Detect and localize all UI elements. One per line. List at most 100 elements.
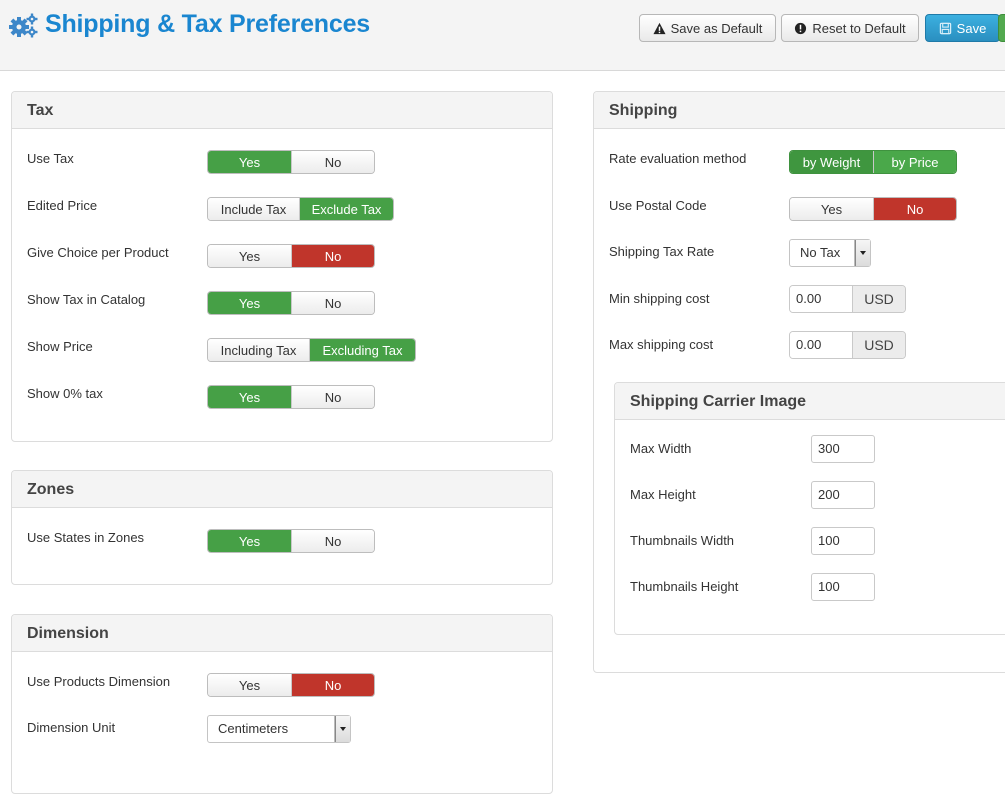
give-choice-no[interactable]: No xyxy=(291,245,374,267)
shipping-tax-rate-label: Shipping Tax Rate xyxy=(609,244,715,259)
show-zero-tax-toggle[interactable]: Yes No xyxy=(207,385,375,409)
max-height-row: Max Height 200 xyxy=(630,481,1005,509)
chevron-down-icon xyxy=(854,240,870,266)
edited-price-row: Edited Price Include Tax Exclude Tax xyxy=(27,197,542,223)
postal-code-row: Use Postal Code Yes No xyxy=(609,197,1005,223)
shipping-tax-rate-value: No Tax xyxy=(800,245,841,260)
page-title: Shipping & Tax Preferences xyxy=(9,10,370,39)
rate-method-label: Rate evaluation method xyxy=(609,151,747,166)
postal-code-toggle[interactable]: Yes No xyxy=(789,197,957,221)
give-choice-toggle[interactable]: Yes No xyxy=(207,244,375,268)
rate-method-row: Rate evaluation method by Weight by Pric… xyxy=(609,150,1005,176)
zones-panel: Zones Use States in Zones Yes No xyxy=(11,470,553,585)
show-tax-catalog-yes[interactable]: Yes xyxy=(208,292,291,314)
use-states-yes[interactable]: Yes xyxy=(208,530,291,552)
reset-to-default-label: Reset to Default xyxy=(812,20,906,36)
shipping-panel: Shipping Rate evaluation method by Weigh… xyxy=(593,91,1005,673)
max-height-label: Max Height xyxy=(630,487,696,502)
dimension-unit-value: Centimeters xyxy=(218,721,289,736)
min-shipping-cost-input[interactable]: 0.00 xyxy=(790,286,853,312)
edited-price-exclude-tax[interactable]: Exclude Tax xyxy=(299,198,393,220)
save-button[interactable]: Save xyxy=(925,14,1000,42)
use-tax-toggle[interactable]: Yes No xyxy=(207,150,375,174)
shipping-panel-title: Shipping xyxy=(594,92,1005,129)
dimension-unit-select[interactable]: Centimeters xyxy=(207,715,351,743)
dimension-unit-row: Dimension Unit Centimeters xyxy=(27,715,542,743)
use-states-no[interactable]: No xyxy=(291,530,374,552)
show-price-excluding-tax[interactable]: Excluding Tax xyxy=(309,339,415,361)
carrier-image-panel-title: Shipping Carrier Image xyxy=(615,383,1005,420)
rate-method-by-weight[interactable]: by Weight xyxy=(790,151,873,173)
dimension-panel: Dimension Use Products Dimension Yes No … xyxy=(11,614,553,794)
thumbnails-width-row: Thumbnails Width 100 xyxy=(630,527,1005,555)
show-tax-catalog-toggle[interactable]: Yes No xyxy=(207,291,375,315)
max-shipping-cost-group: 0.00 USD xyxy=(789,331,906,359)
thumbnails-width-label: Thumbnails Width xyxy=(630,533,735,548)
rate-method-toggle[interactable]: by Weight by Price xyxy=(789,150,957,174)
zones-panel-title: Zones xyxy=(12,471,552,508)
max-shipping-cost-input[interactable]: 0.00 xyxy=(790,332,853,358)
max-height-input[interactable]: 200 xyxy=(811,481,875,509)
min-shipping-cost-group: 0.00 USD xyxy=(789,285,906,313)
postal-code-label: Use Postal Code xyxy=(609,198,707,213)
show-price-including-tax[interactable]: Including Tax xyxy=(208,339,309,361)
give-choice-row: Give Choice per Product Yes No xyxy=(27,244,542,270)
use-tax-no[interactable]: No xyxy=(291,151,374,173)
max-shipping-cost-label: Max shipping cost xyxy=(609,337,714,352)
show-tax-catalog-row: Show Tax in Catalog Yes No xyxy=(27,291,542,317)
max-shipping-cost-currency: USD xyxy=(853,332,905,358)
use-products-dimension-yes[interactable]: Yes xyxy=(208,674,291,696)
tax-panel: Tax Use Tax Yes No Edited Price Include … xyxy=(11,91,553,442)
show-price-label: Show Price xyxy=(27,339,93,354)
show-tax-catalog-label: Show Tax in Catalog xyxy=(27,292,146,307)
save-as-default-label: Save as Default xyxy=(670,20,763,36)
max-width-input[interactable]: 300 xyxy=(811,435,875,463)
show-zero-tax-no[interactable]: No xyxy=(291,386,374,408)
save-as-default-button[interactable]: Save as Default xyxy=(639,14,776,42)
max-width-row: Max Width 300 xyxy=(630,435,1005,463)
save-label: Save xyxy=(956,20,987,36)
max-shipping-cost-row: Max shipping cost 0.00 USD xyxy=(609,331,1005,359)
shipping-tax-rate-row: Shipping Tax Rate No Tax xyxy=(609,239,1005,267)
show-price-toggle[interactable]: Including Tax Excluding Tax xyxy=(207,338,416,362)
thumbnails-height-row: Thumbnails Height 100 xyxy=(630,573,1005,601)
thumbnails-width-input[interactable]: 100 xyxy=(811,527,875,555)
thumbnails-height-label: Thumbnails Height xyxy=(630,579,739,594)
use-tax-row: Use Tax Yes No xyxy=(27,150,542,176)
min-shipping-cost-label: Min shipping cost xyxy=(609,291,710,306)
carrier-image-panel: Shipping Carrier Image Max Width 300 Max… xyxy=(614,382,1005,635)
dimension-panel-title: Dimension xyxy=(12,615,552,652)
show-zero-tax-yes[interactable]: Yes xyxy=(208,386,291,408)
use-products-dimension-no[interactable]: No xyxy=(291,674,374,696)
use-products-dimension-row: Use Products Dimension Yes No xyxy=(27,673,542,699)
show-price-row: Show Price Including Tax Excluding Tax xyxy=(27,338,542,364)
show-tax-catalog-no[interactable]: No xyxy=(291,292,374,314)
use-states-label: Use States in Zones xyxy=(27,530,145,545)
page-title-text: Shipping & Tax Preferences xyxy=(45,10,370,38)
edited-price-toggle[interactable]: Include Tax Exclude Tax xyxy=(207,197,394,221)
use-tax-yes[interactable]: Yes xyxy=(208,151,291,173)
use-states-row: Use States in Zones Yes No xyxy=(27,529,542,555)
toolbar: Shipping & Tax Preferences Save as Defau… xyxy=(0,0,1005,71)
thumbnails-height-input[interactable]: 100 xyxy=(811,573,875,601)
use-states-toggle[interactable]: Yes No xyxy=(207,529,375,553)
edited-price-label: Edited Price xyxy=(27,198,98,213)
tax-panel-title: Tax xyxy=(12,92,552,129)
shipping-tax-rate-select[interactable]: No Tax xyxy=(789,239,871,267)
use-products-dimension-toggle[interactable]: Yes No xyxy=(207,673,375,697)
min-shipping-cost-currency: USD xyxy=(853,286,905,312)
use-products-dimension-label: Use Products Dimension xyxy=(27,674,171,689)
edited-price-include-tax[interactable]: Include Tax xyxy=(208,198,299,220)
use-tax-label: Use Tax xyxy=(27,151,74,166)
dimension-unit-label: Dimension Unit xyxy=(27,720,116,735)
reset-to-default-button[interactable]: Reset to Default xyxy=(781,14,919,42)
postal-code-yes[interactable]: Yes xyxy=(790,198,873,220)
chevron-down-icon xyxy=(334,716,350,742)
floppy-disk-icon xyxy=(939,22,951,34)
max-width-label: Max Width xyxy=(630,441,692,456)
save-and-close-button[interactable] xyxy=(998,14,1005,42)
postal-code-no[interactable]: No xyxy=(873,198,956,220)
rate-method-by-price[interactable]: by Price xyxy=(873,151,956,173)
give-choice-yes[interactable]: Yes xyxy=(208,245,291,267)
gears-icon xyxy=(9,13,38,37)
